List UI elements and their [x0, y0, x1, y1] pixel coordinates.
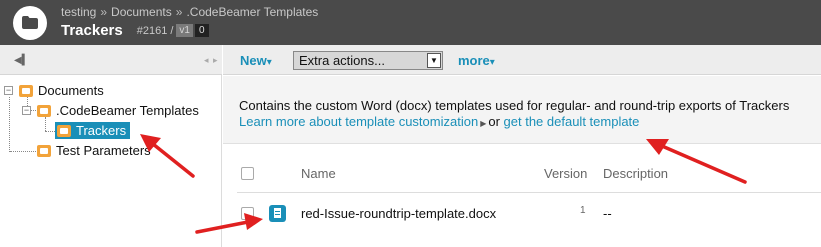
breadcrumb-separator: » [100, 5, 108, 19]
tree-node-label: Test Parameters [56, 143, 151, 158]
info-box: Contains the custom Word (docx) template… [223, 76, 821, 144]
breadcrumb: testing» Documents» .CodeBeamer Templates [61, 5, 318, 19]
version-badge[interactable]: v1 [176, 24, 193, 37]
or-text: or [488, 114, 500, 129]
collapse-toggle-icon[interactable]: − [4, 86, 13, 95]
default-template-link[interactable]: get the default template [504, 114, 640, 129]
extra-actions-value: Extra actions... [299, 53, 385, 68]
tree-connector [45, 117, 46, 131]
learn-more-link[interactable]: Learn more about template customization [239, 114, 478, 129]
folder-icon [37, 104, 51, 117]
info-links: Learn more about template customization ▶… [239, 114, 639, 129]
id-separator: / [170, 24, 174, 37]
tree-connector [9, 97, 10, 152]
tree-panel-toolbar: ◀▍ ◂ ▸ [0, 45, 222, 75]
triangle-right-icon: ▶ [480, 119, 487, 128]
docx-file-icon[interactable] [269, 205, 286, 222]
new-button[interactable]: New▾ [240, 53, 272, 68]
more-button[interactable]: more▾ [458, 53, 495, 68]
tree-node-label: .CodeBeamer Templates [56, 103, 199, 118]
column-header-description[interactable]: Description [603, 166, 668, 181]
panel-resize-arrows[interactable]: ◂ ▸ [204, 55, 219, 66]
tree-node-test-parameters[interactable]: Test Parameters [37, 143, 151, 158]
file-name-link[interactable]: red-Issue-roundtrip-template.docx [301, 206, 496, 221]
file-version: 1 [580, 205, 586, 216]
tree-connector [10, 151, 36, 152]
document-toolbar: New▾ Extra actions... ▼ more▾ [223, 45, 821, 75]
count-badge: 0 [194, 24, 209, 37]
row-checkbox[interactable] [241, 207, 254, 220]
breadcrumb-separator: » [175, 5, 183, 19]
tree-connector [45, 131, 55, 132]
breadcrumb-item-testing[interactable]: testing [61, 5, 96, 19]
file-description: -- [603, 206, 612, 221]
tree-node-documents[interactable]: − Documents [4, 83, 104, 98]
collapse-left-icon[interactable]: ◀▍ [14, 55, 29, 66]
tree-node-label: Trackers [76, 123, 127, 138]
collapse-toggle-icon[interactable]: − [22, 106, 31, 115]
tree-node-codebeamer-templates[interactable]: − .CodeBeamer Templates [22, 103, 199, 118]
folder-icon [13, 6, 47, 40]
more-button-label: more [458, 53, 490, 68]
tree-node-label: Documents [38, 83, 104, 98]
breadcrumb-item-codebeamer-templates[interactable]: .CodeBeamer Templates [186, 5, 318, 19]
breadcrumb-item-documents[interactable]: Documents [111, 5, 172, 19]
caret-down-icon: ▾ [266, 57, 272, 68]
page-title: Trackers [61, 22, 123, 39]
tree-node-selected[interactable]: Trackers [55, 122, 131, 139]
app-root: testing» Documents» .CodeBeamer Templates … [0, 0, 821, 247]
extra-actions-select[interactable]: Extra actions... ▼ [293, 51, 443, 70]
caret-down-icon: ▾ [489, 57, 495, 68]
select-all-checkbox[interactable] [241, 167, 254, 180]
table-divider [237, 192, 821, 193]
column-header-name[interactable]: Name [301, 166, 336, 181]
tree-node-trackers[interactable]: Trackers [55, 122, 131, 139]
issue-id: #2161 [136, 24, 168, 37]
folder-icon [57, 124, 71, 137]
page-header: testing» Documents» .CodeBeamer Templates … [0, 0, 821, 45]
column-header-version[interactable]: Version [544, 166, 587, 181]
new-button-label: New [240, 53, 267, 68]
dropdown-arrow-icon[interactable]: ▼ [427, 53, 441, 68]
folder-icon [19, 84, 33, 97]
info-description: Contains the custom Word (docx) template… [239, 98, 790, 113]
title-row: Trackers #2161 / v1 0 [61, 22, 209, 39]
folder-icon [37, 144, 51, 157]
